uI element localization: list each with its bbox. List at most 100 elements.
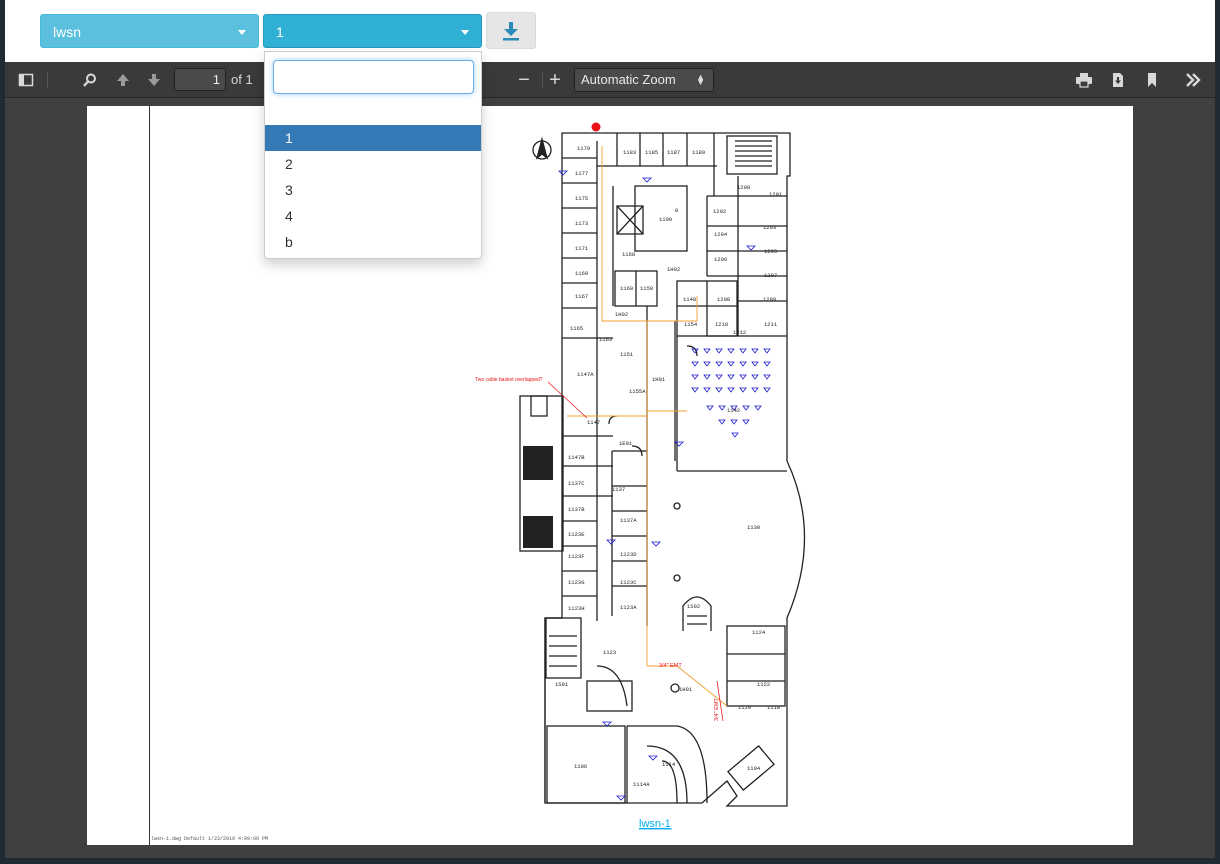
svg-text:1209: 1209 [763, 296, 776, 303]
svg-text:1205: 1205 [764, 248, 777, 255]
svg-text:1190: 1190 [659, 216, 672, 223]
dropdown-option[interactable]: 2 [265, 151, 481, 177]
svg-text:1189: 1189 [692, 149, 705, 156]
svg-text:1123D: 1123D [620, 551, 637, 558]
svg-text:1168: 1168 [622, 251, 635, 258]
print-button[interactable] [1072, 68, 1096, 92]
search-icon [83, 73, 96, 87]
window-right-edge [1215, 0, 1220, 864]
svg-text:1179: 1179 [577, 145, 590, 152]
zoom-out-button[interactable]: − [512, 68, 536, 92]
svg-text:1123: 1123 [603, 649, 616, 656]
svg-text:1163: 1163 [599, 336, 612, 343]
svg-text:1124: 1124 [752, 629, 766, 636]
svg-text:1147A: 1147A [577, 371, 594, 378]
previous-page-button[interactable] [111, 68, 135, 92]
arrow-up-icon [117, 74, 129, 86]
svg-text:1154: 1154 [684, 321, 698, 328]
find-button[interactable] [78, 68, 102, 92]
floor-select[interactable]: 1 [263, 14, 482, 48]
zoom-in-button[interactable]: + [543, 68, 567, 92]
svg-text:0: 0 [675, 207, 678, 214]
svg-text:1H02: 1H02 [667, 266, 680, 273]
download-button[interactable] [486, 12, 536, 49]
svg-text:1207: 1207 [764, 272, 777, 279]
svg-text:1106: 1106 [574, 763, 587, 770]
svg-text:1155A: 1155A [629, 388, 646, 395]
svg-text:1210: 1210 [715, 321, 728, 328]
document-download-icon [1113, 73, 1123, 87]
floor-select-value: 1 [276, 24, 284, 40]
page-number-input[interactable]: 1 [174, 68, 226, 91]
svg-text:1114A: 1114A [633, 781, 650, 788]
svg-text:1187: 1187 [667, 149, 680, 156]
drawing-footnote: lwsn-1.dwg Default 1/23/2019 4:09:00 PM [151, 836, 269, 842]
svg-text:1H01: 1H01 [679, 686, 693, 693]
svg-text:1123C: 1123C [620, 579, 637, 586]
svg-text:1123F: 1123F [568, 553, 585, 560]
svg-text:1208: 1208 [717, 296, 730, 303]
svg-text:1206: 1206 [714, 256, 727, 263]
floor-select-dropdown: 1 2 3 4 b [264, 51, 482, 259]
svg-text:1123A: 1123A [620, 604, 637, 611]
plus-icon: + [549, 68, 561, 91]
bookmark-button[interactable] [1140, 68, 1164, 92]
svg-text:1122: 1122 [757, 681, 770, 688]
sidebar-toggle-button[interactable] [14, 68, 38, 92]
svg-text:1171: 1171 [575, 245, 589, 252]
svg-text:1104: 1104 [747, 765, 761, 772]
next-page-button[interactable] [142, 68, 166, 92]
zoom-select[interactable]: Automatic Zoom ▲ ▼ [574, 68, 714, 92]
svg-text:1E01: 1E01 [619, 440, 633, 447]
svg-text:1200: 1200 [737, 184, 750, 191]
toolbar-separator [47, 72, 48, 88]
sidebar-icon [18, 73, 34, 87]
arrow-down-icon [148, 74, 160, 86]
svg-text:1123G: 1123G [568, 579, 585, 586]
svg-text:1167: 1167 [575, 293, 588, 300]
svg-text:1147: 1147 [587, 419, 600, 426]
svg-text:1173: 1173 [575, 220, 588, 227]
building-select[interactable]: lwsn [40, 14, 259, 48]
svg-text:1114: 1114 [662, 761, 676, 768]
svg-text:1147B: 1147B [568, 454, 585, 461]
dropdown-option[interactable]: 4 [265, 203, 481, 229]
dropdown-option[interactable]: 3 [265, 177, 481, 203]
double-chevron-right-icon [1186, 73, 1201, 87]
svg-text:1150: 1150 [640, 285, 653, 292]
page-count-label: of 1 [231, 72, 253, 87]
svg-text:1123H: 1123H [568, 605, 585, 612]
svg-text:1118: 1118 [767, 704, 780, 711]
svg-text:1137C: 1137C [568, 480, 585, 487]
svg-text:1137: 1137 [612, 486, 625, 493]
minus-icon: − [518, 68, 530, 91]
svg-text:1175: 1175 [575, 195, 588, 202]
download-icon [503, 22, 519, 41]
pdf-viewer: 1 of 1 − + Automatic Zoom ▲ ▼ Two cable … [5, 62, 1215, 858]
tools-button[interactable] [1181, 68, 1205, 92]
annotation-text: Two cable basket overlapped? [475, 377, 543, 383]
floor-plan-drawing: Two cable basket overlapped? 3/4" EMT 3/… [475, 122, 806, 830]
svg-text:1S02: 1S02 [687, 603, 700, 610]
bookmark-icon [1148, 73, 1156, 87]
svg-text:1123E: 1123E [568, 531, 585, 538]
dropdown-option[interactable]: 1 [265, 125, 481, 151]
save-button[interactable] [1106, 68, 1130, 92]
chevron-down-icon [461, 30, 469, 35]
conduit-label: 3/4" EMT [659, 663, 682, 669]
svg-text:3/4" EMT: 3/4" EMT [714, 698, 720, 721]
svg-text:1203: 1203 [763, 224, 776, 231]
svg-text:1142: 1142 [727, 407, 740, 414]
svg-text:1169: 1169 [575, 270, 588, 277]
svg-text:1165: 1165 [570, 325, 583, 332]
building-select-value: lwsn [53, 24, 82, 40]
dropdown-option-empty[interactable] [265, 99, 481, 125]
dropdown-search-input[interactable] [273, 60, 474, 94]
svg-text:1151: 1151 [620, 351, 634, 358]
dropdown-option[interactable]: b [265, 229, 481, 255]
window-bottom-edge [0, 858, 1220, 864]
printer-icon [1076, 73, 1092, 88]
svg-text:1211: 1211 [764, 321, 778, 328]
chevron-down-icon [238, 30, 246, 35]
svg-text:1H02: 1H02 [615, 311, 628, 318]
